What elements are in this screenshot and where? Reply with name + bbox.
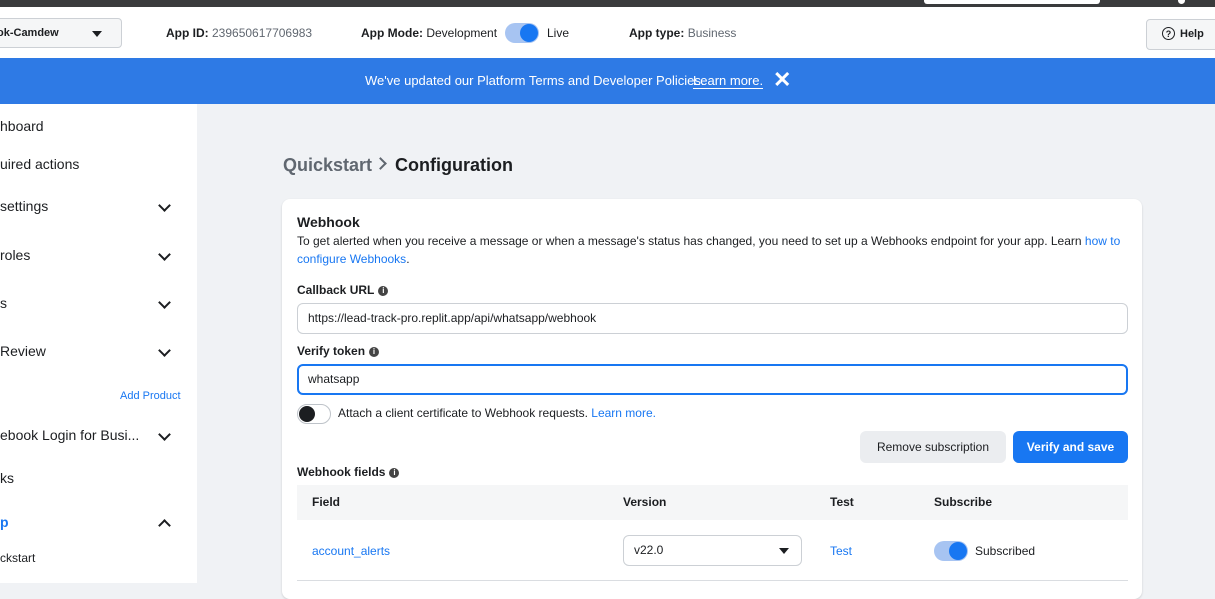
sidebar-item-roles[interactable]: roles bbox=[0, 247, 30, 263]
callback-url-label-text: Callback URL bbox=[297, 283, 375, 297]
client-certificate-text: Attach a client certificate to Webhook r… bbox=[338, 406, 656, 420]
verify-token-label-text: Verify token bbox=[297, 344, 366, 358]
verify-token-input[interactable]: whatsapp bbox=[297, 364, 1128, 395]
info-icon[interactable]: i bbox=[378, 286, 389, 296]
webhook-description: To get alerted when you receive a messag… bbox=[297, 234, 1121, 266]
client-certificate-label: Attach a client certificate to Webhook r… bbox=[338, 406, 588, 420]
subscribed-status: Subscribed bbox=[975, 544, 1036, 558]
help-button[interactable]: ? Help bbox=[1146, 19, 1215, 50]
info-icon[interactable]: i bbox=[369, 347, 380, 357]
chevron-down-icon[interactable] bbox=[158, 199, 171, 212]
toggle-knob bbox=[299, 406, 315, 422]
column-header-field: Field bbox=[312, 495, 341, 509]
toggle-knob bbox=[949, 542, 967, 560]
field-name-link[interactable]: account_alerts bbox=[312, 544, 390, 558]
app-mode-label: App Mode: bbox=[361, 26, 423, 40]
webhook-fields-title: Webhook fields bbox=[297, 465, 386, 479]
verify-token-label: Verify token i bbox=[297, 344, 380, 358]
app-selector-label: ok-Camdew bbox=[0, 27, 59, 39]
close-icon[interactable]: ✕ bbox=[773, 69, 791, 91]
app-type-value: Business bbox=[687, 26, 737, 40]
banner-learn-more-link[interactable]: Learn more. bbox=[693, 73, 764, 89]
remove-subscription-button[interactable]: Remove subscription bbox=[860, 431, 1006, 463]
policy-banner: We've updated our Platform Terms and Dev… bbox=[0, 58, 1215, 104]
app-type-label: App type: bbox=[629, 26, 685, 40]
page-title: Configuration bbox=[395, 155, 513, 175]
verify-and-save-button[interactable]: Verify and save bbox=[1013, 431, 1128, 463]
help-label: Help bbox=[1180, 28, 1204, 40]
app-header: ok-Camdew App ID: 239650617706983 App Mo… bbox=[0, 7, 1215, 58]
sidebar-item-required-actions[interactable]: uired actions bbox=[0, 156, 79, 172]
callback-url-label: Callback URL i bbox=[297, 283, 389, 297]
chevron-right-icon bbox=[374, 157, 387, 170]
sidebar-item-app-review[interactable]: Review bbox=[0, 343, 46, 359]
app-mode-live: Live bbox=[547, 26, 570, 40]
chevron-down-icon[interactable] bbox=[158, 344, 171, 357]
app-mode-toggle[interactable] bbox=[505, 23, 539, 43]
sidebar: hboard uired actions settings roles s Re… bbox=[0, 104, 197, 583]
sidebar-item-facebook-login[interactable]: ebook Login for Busi... bbox=[0, 427, 139, 443]
callback-url-input[interactable]: https://lead-track-pro.replit.app/api/wh… bbox=[297, 303, 1128, 334]
webhook-fields-label: Webhook fields i bbox=[297, 465, 400, 479]
info-icon[interactable]: i bbox=[389, 468, 400, 478]
sidebar-item-webhooks[interactable]: ks bbox=[0, 470, 14, 486]
version-select-value: v22.0 bbox=[634, 543, 664, 557]
app-type: App type: Business bbox=[629, 26, 736, 40]
toggle-knob bbox=[520, 24, 538, 42]
app-id: App ID: 239650617706983 bbox=[166, 26, 312, 40]
add-product-link[interactable]: Add Product bbox=[120, 390, 181, 402]
app-id-value: 239650617706983 bbox=[212, 26, 313, 40]
breadcrumb-quickstart[interactable]: Quickstart bbox=[283, 155, 372, 176]
chevron-down-icon[interactable] bbox=[158, 296, 171, 309]
chevron-down-icon bbox=[92, 31, 102, 37]
app-id-label: App ID: bbox=[166, 26, 209, 40]
banner-message: We've updated our Platform Terms and Dev… bbox=[365, 73, 705, 88]
app-selector[interactable]: ok-Camdew bbox=[0, 18, 122, 48]
app-mode-development: Development bbox=[426, 26, 498, 40]
chevron-down-icon bbox=[779, 548, 789, 554]
webhook-title: Webhook bbox=[297, 214, 360, 230]
column-header-test: Test bbox=[830, 495, 854, 509]
webhook-description-text: To get alerted when you receive a messag… bbox=[297, 234, 1082, 248]
table-header bbox=[297, 485, 1128, 520]
version-select[interactable]: v22.0 bbox=[623, 535, 802, 566]
sidebar-item-settings[interactable]: settings bbox=[0, 198, 48, 214]
sidebar-item-dashboard[interactable]: hboard bbox=[0, 118, 44, 134]
top-status-dot bbox=[1178, 0, 1185, 4]
row-divider bbox=[297, 580, 1128, 581]
app-mode: App Mode: Development bbox=[361, 26, 497, 40]
column-header-version: Version bbox=[623, 495, 667, 509]
chevron-down-icon[interactable] bbox=[158, 248, 171, 261]
help-icon: ? bbox=[1162, 27, 1175, 40]
chevron-down-icon[interactable] bbox=[158, 428, 171, 441]
top-search-box[interactable] bbox=[924, 0, 1100, 4]
sidebar-item-quickstart[interactable]: ckstart bbox=[0, 551, 35, 565]
sidebar-item-alerts[interactable]: s bbox=[0, 295, 7, 311]
client-certificate-toggle[interactable] bbox=[297, 404, 331, 424]
webhook-card: Webhook To get alerted when you receive … bbox=[282, 199, 1142, 599]
client-certificate-learn-more-link[interactable]: Learn more. bbox=[591, 406, 656, 420]
test-link[interactable]: Test bbox=[830, 544, 852, 558]
chevron-up-icon[interactable] bbox=[158, 519, 171, 532]
browser-top-strip bbox=[0, 0, 1215, 7]
column-header-subscribe: Subscribe bbox=[934, 495, 993, 509]
sidebar-item-whatsapp[interactable]: p bbox=[0, 514, 9, 530]
subscribe-toggle[interactable] bbox=[934, 541, 968, 561]
